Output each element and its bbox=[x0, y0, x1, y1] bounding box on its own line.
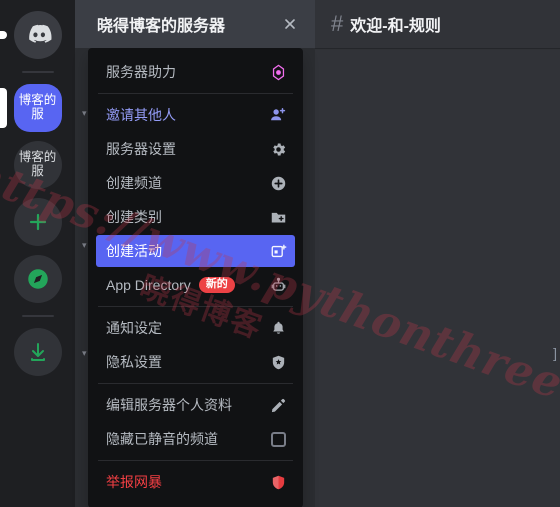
shield-star-icon bbox=[269, 353, 287, 371]
hash-icon: # bbox=[331, 11, 344, 36]
chevron-down-icon-1[interactable]: ▾ bbox=[82, 108, 87, 119]
menu-item-report-raid[interactable]: 举报网暴 bbox=[96, 466, 295, 498]
server-avatar-label: 博客的服 bbox=[18, 93, 57, 121]
person-add-icon bbox=[269, 106, 287, 124]
menu-label-privacy-settings: 隐私设置 bbox=[106, 354, 162, 370]
plus-circle-icon bbox=[269, 174, 287, 192]
server-rail: 博客的服 博客的服 bbox=[0, 0, 75, 507]
menu-label-hide-muted-channels: 隐藏已静音的频道 bbox=[106, 431, 218, 447]
new-badge: 新的 bbox=[198, 276, 235, 294]
menu-label-create-channel: 创建频道 bbox=[106, 175, 162, 191]
menu-item-edit-server-profile[interactable]: 编辑服务器个人资料 bbox=[96, 389, 295, 421]
menu-item-app-directory[interactable]: App Directory 新的 bbox=[96, 269, 295, 301]
close-icon[interactable] bbox=[277, 11, 303, 37]
menu-label-server-settings: 服务器设置 bbox=[106, 141, 176, 157]
discord-window: 博客的服 博客的服 ▾ ▾ ▾ # 欢迎-和-规则] https://www.… bbox=[0, 0, 560, 507]
menu-item-create-category[interactable]: 创建类别 bbox=[96, 201, 295, 233]
menu-item-notification-settings[interactable]: 通知设定 bbox=[96, 312, 295, 344]
menu-label-invite-people: 邀请其他人 bbox=[106, 107, 176, 123]
home-pill bbox=[0, 31, 7, 39]
rail-item-explore[interactable] bbox=[13, 255, 62, 303]
chevron-down-icon-2[interactable]: ▾ bbox=[82, 240, 87, 251]
server-avatar-active[interactable]: 博客的服 bbox=[13, 84, 62, 132]
channel-name: 欢迎-和-规则 bbox=[350, 18, 441, 35]
menu-label-notification-settings: 通知设定 bbox=[106, 320, 162, 336]
pencil-icon bbox=[269, 396, 287, 414]
gear-icon bbox=[269, 140, 287, 158]
rail-separator-bottom bbox=[21, 315, 54, 317]
menu-item-create-event[interactable]: 创建活动 bbox=[96, 235, 295, 267]
discord-logo-icon[interactable] bbox=[13, 11, 62, 59]
download-icon[interactable] bbox=[13, 328, 62, 376]
channel-header: # 欢迎-和-规则 bbox=[315, 0, 560, 48]
menu-label-edit-server-profile: 编辑服务器个人资料 bbox=[106, 397, 232, 413]
checkbox-icon[interactable] bbox=[269, 430, 287, 448]
report-shield-icon bbox=[269, 473, 287, 491]
menu-item-server-boost[interactable]: 服务器助力 bbox=[96, 56, 295, 88]
calendar-add-icon bbox=[269, 242, 287, 260]
menu-item-create-channel[interactable]: 创建频道 bbox=[96, 167, 295, 199]
bell-icon bbox=[269, 319, 287, 337]
server-dropdown-menu: 服务器助力 邀请其他人 服务器设置 创建频道 创建类别 创建活动 App Dir… bbox=[88, 48, 303, 507]
menu-separator-3 bbox=[98, 383, 293, 384]
rail-item-home[interactable] bbox=[0, 11, 62, 59]
boost-gem-icon bbox=[269, 63, 287, 81]
menu-separator-1 bbox=[98, 93, 293, 94]
plus-icon[interactable] bbox=[13, 198, 62, 246]
menu-label-server-boost: 服务器助力 bbox=[106, 64, 176, 80]
menu-label-create-category: 创建类别 bbox=[106, 209, 162, 225]
rail-item-server-active[interactable]: 博客的服 bbox=[0, 84, 62, 132]
server-avatar-label-2: 博客的服 bbox=[18, 150, 57, 178]
robot-icon bbox=[269, 276, 287, 294]
folder-add-icon bbox=[269, 208, 287, 226]
chevron-down-icon-3[interactable]: ▾ bbox=[82, 348, 87, 359]
server-menu-header: 晓得博客的服务器 bbox=[75, 0, 315, 48]
menu-label-app-directory: App Directory bbox=[106, 277, 191, 293]
rail-item-add-server[interactable] bbox=[13, 198, 62, 246]
chat-column: # 欢迎-和-规则 ] bbox=[315, 0, 560, 507]
compass-icon[interactable] bbox=[13, 255, 62, 303]
menu-item-privacy-settings[interactable]: 隐私设置 bbox=[96, 346, 295, 378]
server-name-title: 晓得博客的服务器 bbox=[97, 18, 226, 35]
menu-item-invite-people[interactable]: 邀请其他人 bbox=[96, 99, 295, 131]
menu-separator-4 bbox=[98, 460, 293, 461]
edge-partial-text: ] bbox=[553, 345, 557, 361]
menu-item-hide-muted-channels[interactable]: 隐藏已静音的频道 bbox=[96, 423, 295, 455]
menu-label-create-event: 创建活动 bbox=[106, 243, 162, 259]
menu-item-server-settings[interactable]: 服务器设置 bbox=[96, 133, 295, 165]
menu-label-report-raid: 举报网暴 bbox=[106, 474, 162, 490]
rail-separator-top bbox=[21, 71, 54, 73]
rail-item-server-second[interactable]: 博客的服 bbox=[13, 141, 62, 189]
active-server-pill bbox=[0, 88, 7, 128]
server-avatar-second[interactable]: 博客的服 bbox=[13, 141, 62, 189]
rail-item-download[interactable] bbox=[13, 328, 62, 376]
menu-separator-2 bbox=[98, 306, 293, 307]
